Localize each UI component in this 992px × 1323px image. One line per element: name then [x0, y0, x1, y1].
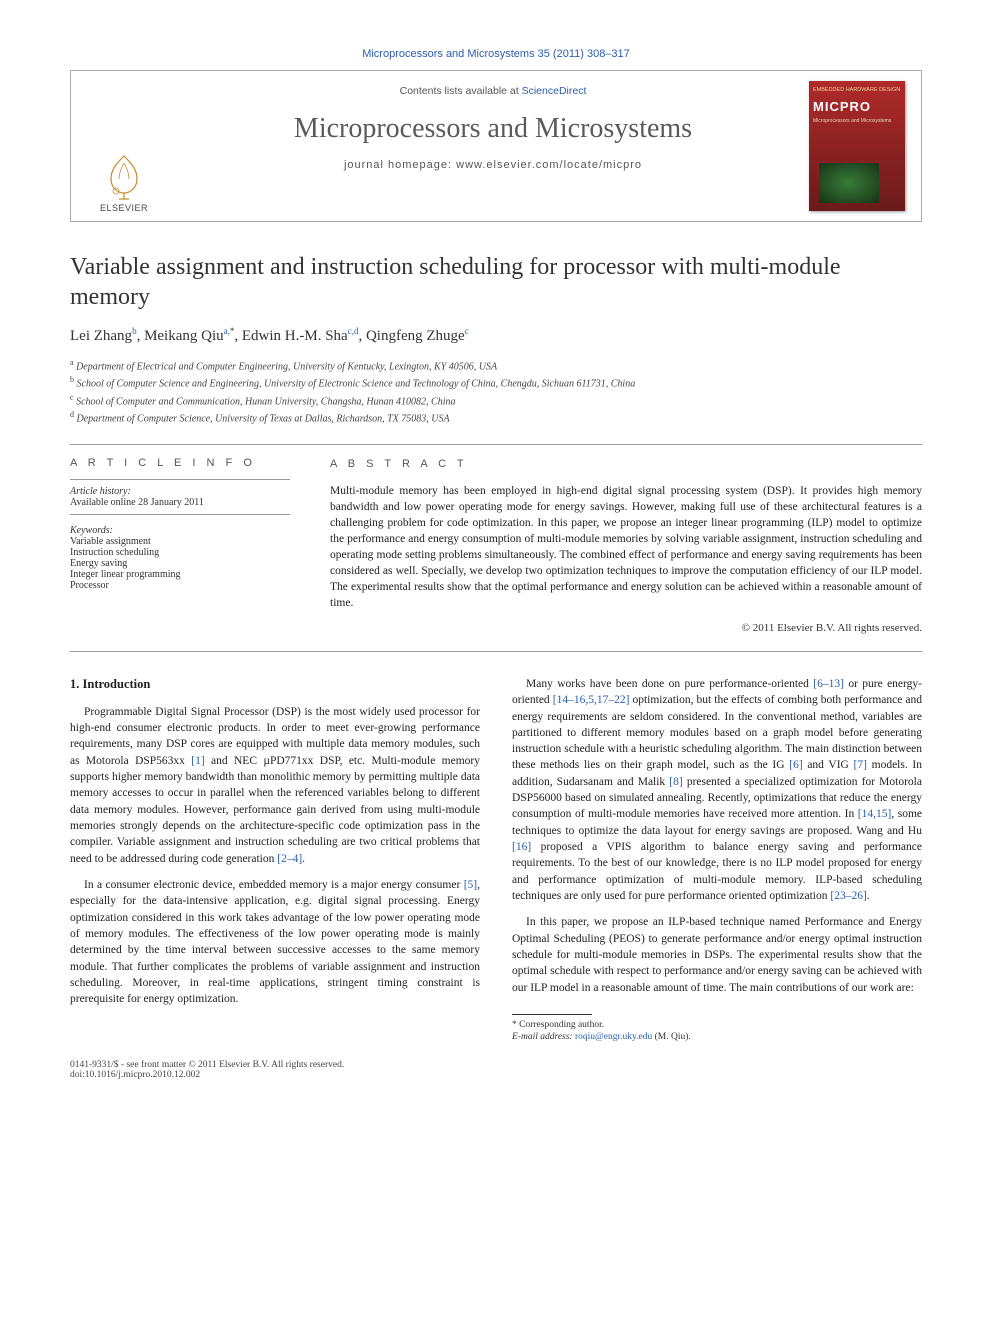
section-heading-1: 1. Introduction — [70, 676, 480, 694]
paragraph: Many works have been done on pure perfor… — [512, 676, 922, 905]
corr-author-label: * Corresponding author. — [512, 1019, 922, 1031]
journal-name: Microprocessors and Microsystems — [177, 113, 809, 145]
affiliation-c: School of Computer and Communication, Hu… — [76, 396, 455, 407]
paragraph: In this paper, we propose an ILP-based t… — [512, 914, 922, 996]
issn-line: 0141-9331/$ - see front matter © 2011 El… — [70, 1060, 344, 1070]
elsevier-tree-icon — [99, 151, 149, 201]
citation-link[interactable]: [2–4] — [277, 853, 302, 865]
article-info-heading: A R T I C L E I N F O — [70, 457, 290, 469]
cover-chip-graphic — [819, 163, 879, 203]
corresponding-author-footnote: * Corresponding author. E-mail address: … — [512, 1019, 922, 1044]
citation-link[interactable]: [6–13] — [813, 678, 844, 690]
affiliation-b: School of Computer Science and Engineeri… — [77, 379, 636, 390]
citation-link[interactable]: [23–26] — [830, 890, 866, 902]
affiliation-list: a Department of Electrical and Computer … — [70, 357, 922, 426]
text-run: . — [302, 853, 305, 865]
author-2: Meikang Qiu — [144, 328, 224, 344]
abstract-heading: A B S T R A C T — [330, 457, 922, 472]
history-label: Article history: — [70, 486, 290, 497]
author-3: Edwin H.-M. Sha — [242, 328, 348, 344]
text-run: . — [867, 890, 870, 902]
divider — [70, 444, 922, 445]
author-list: Lei Zhangb, Meikang Qiua,*, Edwin H.-M. … — [70, 326, 922, 345]
journal-cover-thumbnail: EMBEDDED HARDWARE DESIGN MICPRO Micropro… — [809, 81, 905, 211]
author-3-affil: c,d — [348, 326, 359, 336]
text-run: and NEC µPD771xx DSP, etc. Multi-module … — [70, 755, 480, 865]
author-4: Qingfeng Zhuge — [366, 328, 465, 344]
keyword-item: Variable assignment — [70, 536, 290, 547]
footnote-rule — [512, 1014, 592, 1015]
email-link[interactable]: roqiu@engr.uky.edu — [575, 1032, 652, 1042]
citation-link[interactable]: [14–16,5,17–22] — [553, 694, 630, 706]
paragraph: Programmable Digital Signal Processor (D… — [70, 704, 480, 867]
history-value: Available online 28 January 2011 — [70, 497, 290, 508]
citation-link[interactable]: [1] — [191, 755, 204, 767]
keyword-item: Energy saving — [70, 558, 290, 569]
email-attribution: (M. Qiu). — [655, 1032, 691, 1042]
divider — [70, 651, 922, 652]
text-run: In a consumer electronic device, embedde… — [84, 879, 464, 891]
citation-link[interactable]: [16] — [512, 841, 531, 853]
cover-subtitle: Microprocessors and Microsystems — [813, 118, 901, 124]
text-run: Many works have been done on pure perfor… — [526, 678, 813, 690]
contents-available-line: Contents lists available at ScienceDirec… — [177, 85, 809, 97]
text-run: , especially for the data-intensive appl… — [70, 879, 480, 973]
keywords-block: Keywords: Variable assignment Instructio… — [70, 525, 290, 591]
text-run: scheduling. Moreover, in real-time appli… — [70, 977, 480, 1005]
page-footer: 0141-9331/$ - see front matter © 2011 El… — [70, 1060, 922, 1080]
cover-top-text: EMBEDDED HARDWARE DESIGN — [813, 87, 901, 93]
author-4-affil: c — [465, 326, 469, 336]
top-citation: Microprocessors and Microsystems 35 (201… — [70, 48, 922, 60]
affiliation-d: Department of Computer Science, Universi… — [77, 413, 450, 424]
citation-link[interactable]: [7] — [854, 759, 867, 771]
abstract-text: Multi-module memory has been employed in… — [330, 483, 922, 612]
publisher-logo: ELSEVIER — [71, 71, 177, 221]
paragraph: In a consumer electronic device, embedde… — [70, 877, 480, 1008]
publisher-name: ELSEVIER — [99, 203, 149, 213]
homepage-prefix: journal homepage: — [344, 159, 456, 171]
contents-prefix: Contents lists available at — [400, 85, 522, 97]
author-1: Lei Zhang — [70, 328, 132, 344]
citation-link[interactable]: [5] — [464, 879, 477, 891]
affiliation-a: Department of Electrical and Computer En… — [76, 361, 497, 372]
citation-link[interactable]: [14,15] — [858, 808, 892, 820]
keywords-label: Keywords: — [70, 525, 290, 536]
cover-title: MICPRO — [813, 99, 901, 114]
author-1-affil: b — [132, 326, 137, 336]
body-columns: 1. Introduction Programmable Digital Sig… — [70, 676, 922, 1044]
journal-header-box: ELSEVIER Contents lists available at Sci… — [70, 70, 922, 222]
copyright-line: © 2011 Elsevier B.V. All rights reserved… — [330, 621, 922, 636]
email-label: E-mail address: — [512, 1032, 573, 1042]
citation-link[interactable]: [6] — [789, 759, 802, 771]
article-history-block: Article history: Available online 28 Jan… — [70, 479, 290, 515]
keyword-item: Processor — [70, 580, 290, 591]
article-title: Variable assignment and instruction sche… — [70, 252, 922, 312]
text-run: and VIG — [803, 759, 854, 771]
corresponding-mark: * — [230, 326, 235, 336]
doi-line: doi:10.1016/j.micpro.2010.12.002 — [70, 1070, 344, 1080]
keyword-item: Integer linear programming — [70, 569, 290, 580]
keyword-item: Instruction scheduling — [70, 547, 290, 558]
journal-homepage-url[interactable]: www.elsevier.com/locate/micpro — [456, 159, 642, 171]
sciencedirect-link[interactable]: ScienceDirect — [522, 85, 587, 97]
journal-homepage-line: journal homepage: www.elsevier.com/locat… — [177, 159, 809, 171]
citation-link[interactable]: [8] — [669, 776, 682, 788]
